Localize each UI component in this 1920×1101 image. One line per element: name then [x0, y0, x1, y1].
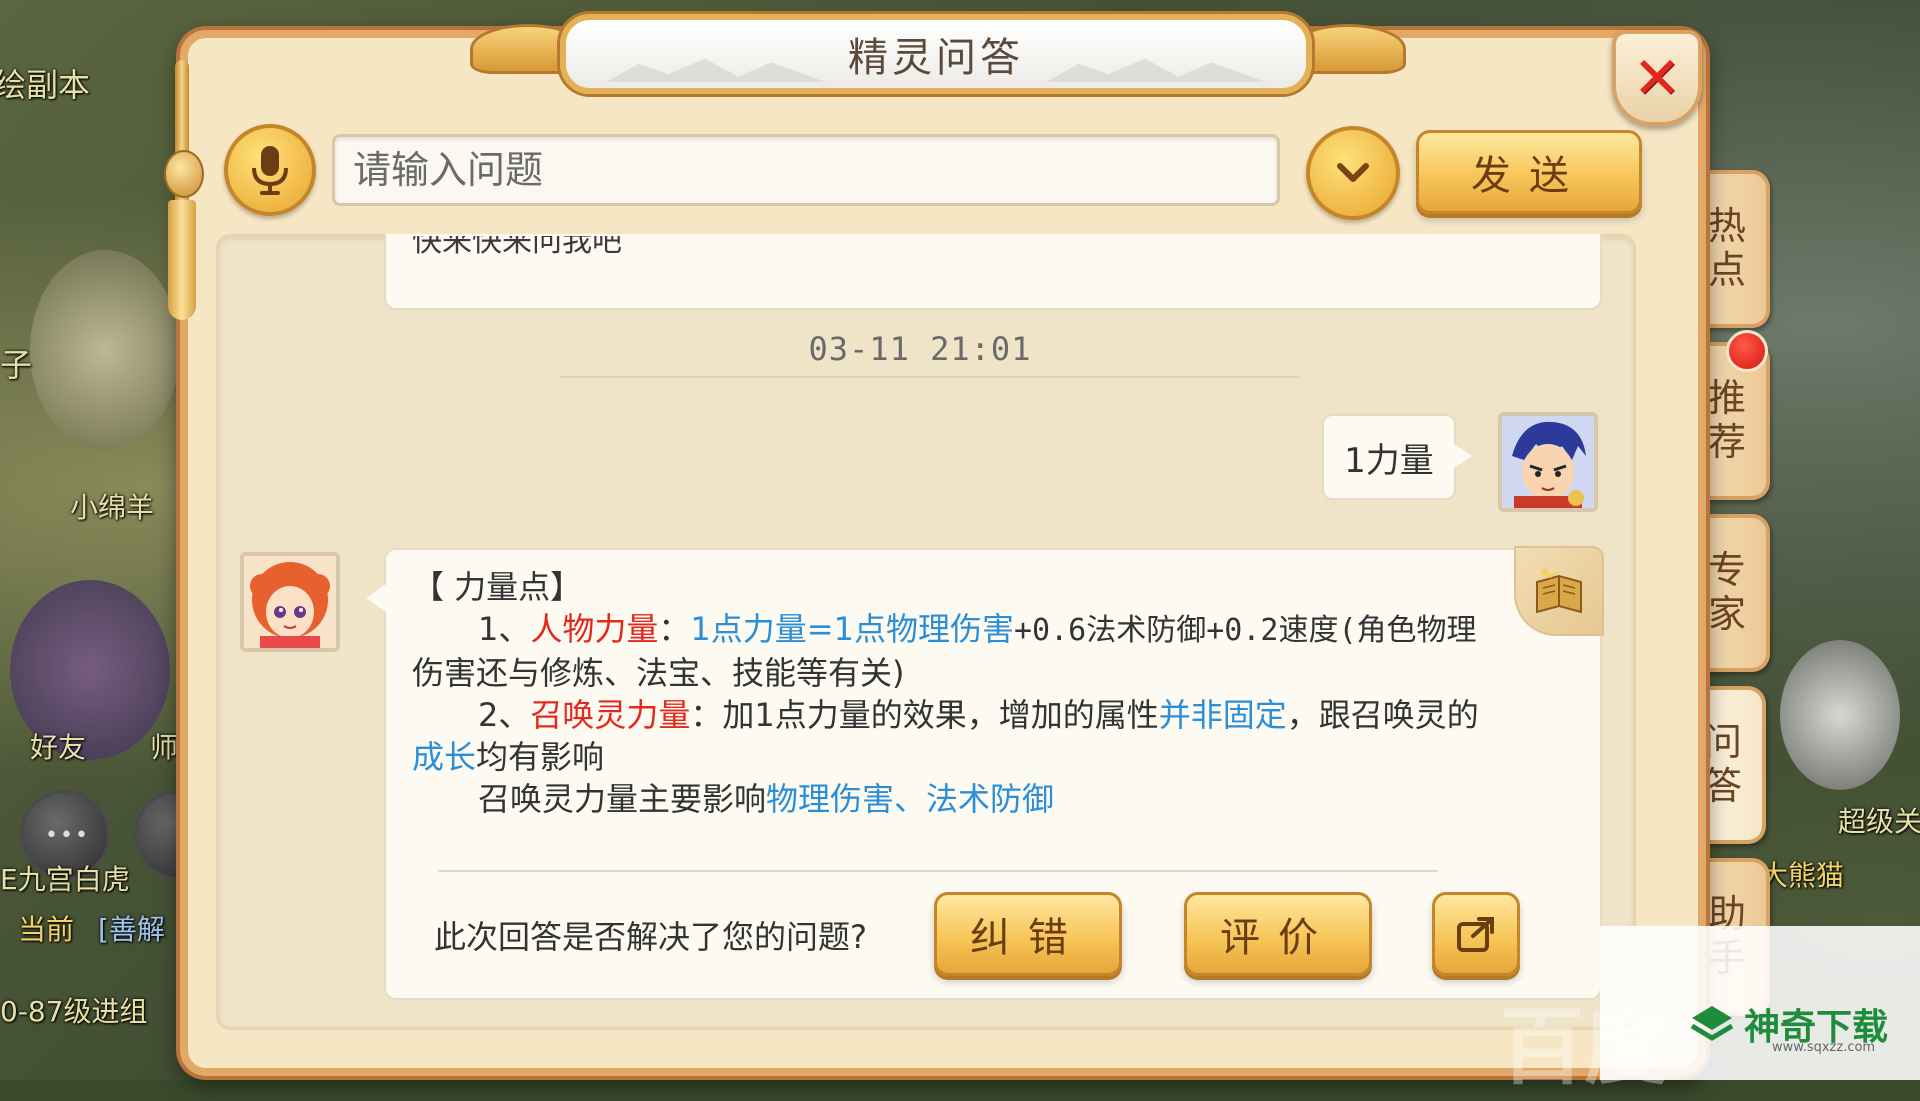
answer-keyword-red: 人物力量 — [530, 610, 659, 648]
npc-name: 大熊猫 — [1760, 859, 1845, 892]
channel-current-label[interactable]: 当前 — [18, 908, 74, 948]
tab-label: 答 — [1703, 764, 1742, 808]
message-timestamp: 03-11 21:01 — [808, 330, 1032, 368]
tab-label: 点 — [1707, 248, 1746, 292]
user-message-bubble: 1力量 — [1322, 414, 1472, 500]
answer-text: 【 力量点】 1、人物力量：1点力量=1点物理伤害+0.6法术防御+0.2速度(… — [412, 566, 1542, 820]
spirit-portrait-image — [244, 556, 336, 648]
answer-keyword-red: 召唤灵力量 — [530, 696, 691, 734]
user-avatar[interactable] — [1498, 412, 1598, 512]
close-button[interactable]: ✕ — [1612, 30, 1702, 126]
npc-name: 超级关 — [1838, 805, 1920, 838]
title-decoration — [606, 58, 826, 82]
answer-line-3: 召唤灵力量主要影响物理伤害、法术防御 — [412, 778, 1542, 820]
answer-link-blue[interactable]: 成长 — [412, 738, 476, 776]
answer-text-span: 2、 — [478, 696, 531, 734]
previous-message-text: 快来快来问我吧 — [412, 236, 622, 259]
tab-label: 荐 — [1707, 420, 1746, 464]
answer-heading: 【 力量点】 — [412, 568, 583, 606]
chevron-down-icon — [1337, 163, 1369, 182]
tab-label: 家 — [1707, 592, 1746, 636]
history-dropdown-button[interactable] — [1306, 126, 1400, 220]
answer-text-span: ： — [658, 610, 691, 648]
answer-line-2: 2、召唤灵力量：加1点力量的效果，增加的属性并非固定，跟召唤灵的 — [412, 694, 1542, 736]
bottom-left-text: E九宫白虎 — [0, 863, 130, 896]
npc-figure — [30, 250, 180, 450]
channel-tag: [善解 — [98, 913, 165, 946]
close-icon: ✕ — [1632, 44, 1682, 112]
report-error-button[interactable]: 纠错 — [934, 892, 1122, 976]
npc-figure — [1780, 640, 1900, 790]
microphone-icon — [252, 146, 288, 195]
answer-text-span: 1、 — [478, 610, 531, 648]
answer-text-span: ：加1点力量的效果，增加的属性 — [690, 696, 1159, 734]
friend-button-label[interactable]: 好友 — [30, 726, 86, 766]
share-icon — [1457, 917, 1494, 952]
feedback-question: 此次回答是否解决了您的问题? — [434, 918, 867, 956]
brand-logo-icon — [1690, 1006, 1734, 1041]
answer-text-span: +0.6法术防御+0.2速度(角色物理 — [1013, 613, 1477, 648]
answer-line-2-cont: 成长均有影响 — [412, 736, 1542, 778]
answer-text-span: 召唤灵力量主要影响 — [478, 780, 767, 818]
timestamp-divider — [560, 376, 1300, 378]
answer-line-1-cont: 伤害还与修炼、法宝、技能等有关) — [412, 654, 905, 692]
hero-portrait-image — [1502, 416, 1594, 508]
teacher-button-label[interactable]: 师 — [150, 726, 178, 766]
answer-text-span: 均有影响 — [476, 738, 605, 776]
dungeon-label[interactable]: 绘副本 — [0, 60, 90, 106]
tab-label: 问 — [1703, 720, 1742, 765]
tab-label: 专 — [1707, 548, 1746, 593]
answer-link-blue[interactable]: 1点力量=1点物理伤害 — [690, 610, 1014, 648]
answer-card: 【 力量点】 1、人物力量：1点力量=1点物理伤害+0.6法术防御+0.2速度(… — [366, 546, 1604, 1000]
question-input[interactable] — [332, 134, 1280, 206]
watermark-url: www.sqxzz.com — [1772, 1040, 1876, 1055]
share-button[interactable] — [1432, 892, 1520, 976]
title-decoration — [1046, 58, 1266, 82]
npc-name: 小绵羊 — [70, 491, 155, 524]
chat-bubble-icon: ••• — [45, 823, 90, 848]
answer-text-span: ，跟召唤灵的 — [1286, 696, 1479, 734]
tab-label: 热 — [1707, 204, 1746, 249]
window-title: 精灵问答 — [848, 35, 1024, 81]
answer-link-blue[interactable]: 物理伤害、法术防御 — [766, 780, 1054, 818]
assistant-avatar — [240, 552, 340, 652]
answer-line-1: 1、人物力量：1点力量=1点物理伤害+0.6法术防御+0.2速度(角色物理 — [412, 608, 1542, 652]
ornament-knot — [164, 150, 204, 198]
voice-input-button[interactable] — [224, 124, 316, 216]
answer-divider — [438, 870, 1438, 872]
rate-button[interactable]: 评价 — [1184, 892, 1372, 976]
faint-watermark: 百度 — [1500, 998, 1669, 1096]
npc-name: 子 — [0, 346, 33, 384]
notification-dot — [1726, 330, 1768, 372]
ornament-tassel — [168, 200, 196, 320]
user-message-text: 1力量 — [1344, 440, 1434, 481]
level-info-text: 0-87级进组 — [0, 995, 148, 1028]
window-title-plate: 精灵问答 — [560, 14, 1312, 94]
send-button[interactable]: 发送 — [1416, 130, 1642, 214]
tab-label: 推 — [1707, 376, 1746, 421]
answer-link-blue[interactable]: 并非固定 — [1159, 696, 1287, 734]
